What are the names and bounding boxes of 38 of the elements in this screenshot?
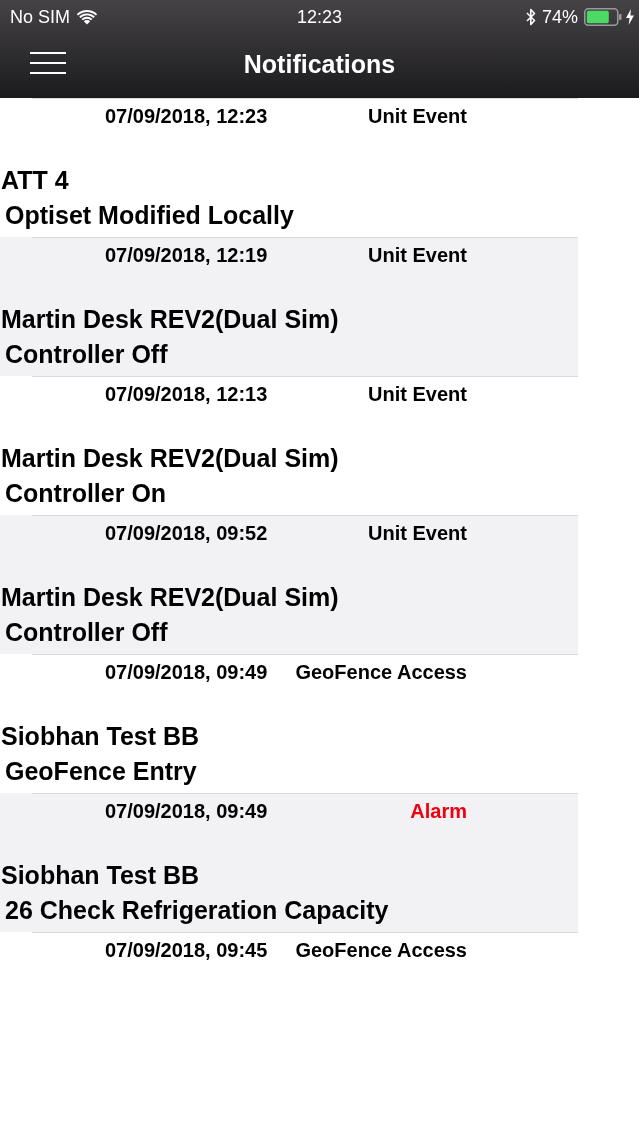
notification-date: 07/09/2018, 09:49 [105, 660, 268, 684]
unit-name: Siobhan Test BB [0, 721, 201, 751]
notification-date: 07/09/2018, 09:49 [105, 799, 268, 823]
notification-date: 07/09/2018, 09:45 [105, 938, 268, 962]
notification-date: 07/09/2018, 12:23 [105, 104, 268, 128]
notification-date: 07/09/2018, 09:52 [105, 521, 268, 545]
notification-type: Unit Event [368, 521, 467, 545]
carrier-label: No SIM [10, 6, 70, 28]
notification-type: Unit Event [368, 243, 467, 267]
notification-message: Controller Off [4, 339, 169, 369]
unit-name: Martin Desk REV2(Dual Sim) [0, 443, 340, 473]
menu-icon[interactable] [30, 52, 66, 74]
notification-date: 07/09/2018, 12:19 [105, 243, 268, 267]
bluetooth-icon [525, 8, 536, 26]
page-title: Notifications [243, 49, 396, 79]
unit-name: Martin Desk REV2(Dual Sim) [0, 304, 340, 334]
notification-row[interactable]: 07/09/2018, 09:49 Alarm Siobhan Test BB 26 Check Refrigeration Capacity [0, 793, 578, 932]
charging-bolt-icon [626, 9, 634, 25]
notification-message: Controller Off [4, 617, 169, 647]
notification-type: Unit Event [368, 104, 467, 128]
notification-message: Controller On [4, 478, 168, 508]
notification-type: Unit Event [368, 382, 467, 406]
wifi-icon [76, 9, 98, 25]
battery-icon [584, 8, 622, 26]
unit-name: ATT 4 [0, 165, 70, 195]
notification-message: Optiset Modified Locally [4, 200, 295, 230]
unit-name: Siobhan Test BB [0, 860, 201, 890]
notification-message: 26 Check Refrigeration Capacity [4, 895, 390, 925]
clock-time: 12:23 [295, 6, 343, 28]
notification-message: GeoFence Entry [4, 756, 198, 786]
unit-name: Martin Desk REV2(Dual Sim) [0, 582, 340, 612]
notification-row[interactable]: 07/09/2018, 12:19 Unit Event Martin Desk REV2(Dual Sim) Controller Off [0, 237, 578, 376]
notification-type: GeoFence Access [295, 660, 467, 684]
notification-type: GeoFence Access [295, 938, 467, 962]
notification-row[interactable]: 07/09/2018, 09:52 Unit Event Martin Desk REV2(Dual Sim) Controller Off [0, 515, 578, 654]
notification-date: 07/09/2018, 12:13 [105, 382, 268, 406]
notification-type: Alarm [410, 799, 467, 823]
battery-percent: 74% [541, 6, 578, 28]
